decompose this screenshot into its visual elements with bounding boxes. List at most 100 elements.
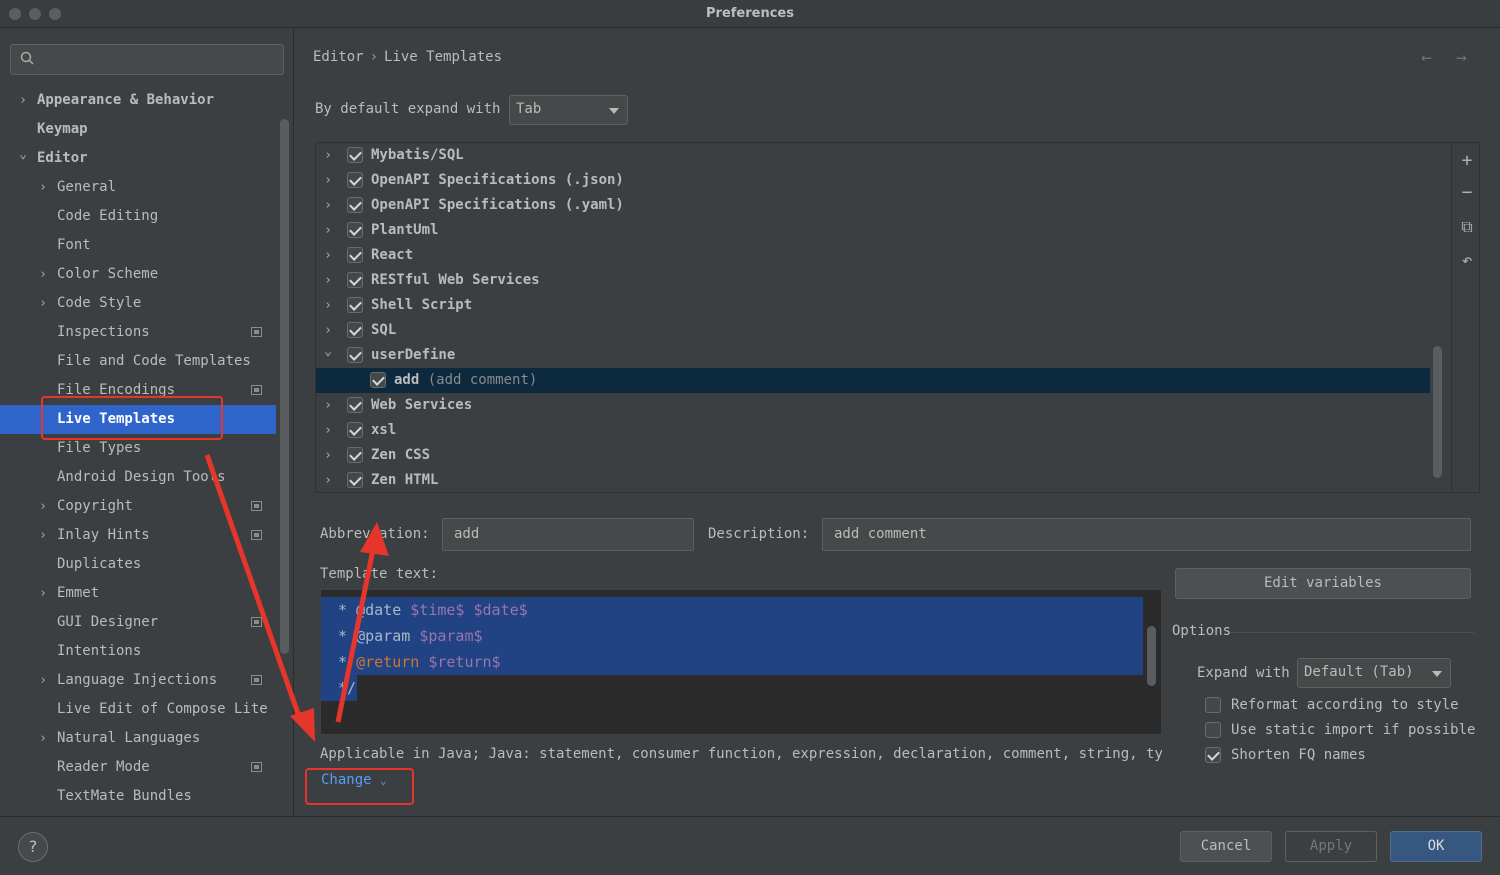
copy-icon[interactable]: ⧉ — [1457, 217, 1477, 237]
sidebar-item-appearance-behavior[interactable]: › Appearance & Behavior — [0, 86, 276, 115]
sidebar-item-file-code-templates[interactable]: File and Code Templates — [0, 347, 276, 376]
template-group-checkbox[interactable] — [347, 272, 363, 288]
chevron-right-icon[interactable]: › — [321, 143, 335, 168]
template-group-row[interactable]: › OpenAPI Specifications (.yaml) — [316, 193, 1430, 218]
chevron-right-icon[interactable]: › — [321, 243, 335, 268]
template-group-row[interactable]: › Zen CSS — [316, 443, 1430, 468]
chevron-right-icon[interactable]: › — [17, 86, 29, 115]
template-group-checkbox[interactable] — [347, 172, 363, 188]
template-group-row[interactable]: › Zen HTML — [316, 468, 1430, 493]
template-group-checkbox[interactable] — [347, 472, 363, 488]
chevron-right-icon[interactable]: › — [37, 724, 49, 753]
chevron-right-icon[interactable]: › — [37, 173, 49, 202]
template-group-row[interactable]: › OpenAPI Specifications (.json) — [316, 168, 1430, 193]
template-group-row[interactable]: › Mybatis/SQL — [316, 143, 1430, 168]
template-group-checkbox[interactable] — [347, 297, 363, 313]
template-list-scrollbar[interactable] — [1433, 346, 1442, 478]
template-group-checkbox[interactable] — [347, 322, 363, 338]
template-group-checkbox[interactable] — [347, 447, 363, 463]
chevron-right-icon[interactable]: › — [321, 443, 335, 468]
template-text-editor[interactable]: * @date $time$ $date$ * @param $param$ *… — [320, 589, 1162, 735]
chevron-right-icon[interactable]: › — [321, 418, 335, 443]
sidebar-item-label: General — [57, 179, 117, 195]
chevron-right-icon[interactable]: › — [37, 579, 49, 608]
add-icon[interactable]: + — [1457, 151, 1477, 171]
template-group-checkbox[interactable] — [347, 222, 363, 238]
expand-with-label: By default expand with — [315, 101, 501, 117]
template-group-checkbox[interactable] — [347, 347, 363, 363]
sidebar-item-natural-languages[interactable]: › Natural Languages — [0, 724, 276, 753]
chevron-right-icon[interactable]: › — [321, 468, 335, 493]
forward-arrow-icon[interactable]: → — [1456, 47, 1467, 68]
code-line-partial — [321, 589, 329, 590]
chevron-right-icon[interactable]: › — [321, 193, 335, 218]
chevron-right-icon[interactable]: › — [321, 393, 335, 418]
sidebar-item-editor[interactable]: ⌄ Editor — [0, 144, 276, 173]
template-row-selected[interactable]: add (add comment) — [316, 368, 1430, 393]
sidebar-item-inlay-hints[interactable]: › Inlay Hints — [0, 521, 276, 550]
sidebar-item-android-design-tools[interactable]: Android Design Tools — [0, 463, 276, 492]
sidebar-item-language-injections[interactable]: › Language Injections — [0, 666, 276, 695]
chevron-right-icon[interactable]: › — [37, 289, 49, 318]
breadcrumb-parent[interactable]: Editor — [313, 49, 364, 65]
shorten-fq-checkbox[interactable] — [1205, 747, 1221, 763]
sidebar-item-duplicates[interactable]: Duplicates — [0, 550, 276, 579]
ok-button[interactable]: OK — [1390, 831, 1482, 862]
template-checkbox[interactable] — [370, 372, 386, 388]
template-group-row[interactable]: › Shell Script — [316, 293, 1430, 318]
chevron-right-icon[interactable]: › — [37, 666, 49, 695]
template-group-name: OpenAPI Specifications (.json) — [371, 172, 624, 188]
sidebar-item-emmet[interactable]: › Emmet — [0, 579, 276, 608]
template-group-checkbox[interactable] — [347, 197, 363, 213]
template-group-row[interactable]: › PlantUml — [316, 218, 1430, 243]
static-import-checkbox[interactable] — [1205, 722, 1221, 738]
chevron-right-icon[interactable]: › — [37, 492, 49, 521]
sidebar-item-code-style[interactable]: › Code Style — [0, 289, 276, 318]
apply-button[interactable]: Apply — [1285, 831, 1377, 862]
sidebar-scrollbar[interactable] — [280, 119, 289, 654]
chevron-right-icon[interactable]: › — [321, 218, 335, 243]
help-icon[interactable]: ? — [18, 832, 48, 862]
settings-search-input[interactable] — [10, 44, 284, 75]
sidebar-item-gui-designer[interactable]: GUI Designer — [0, 608, 276, 637]
sidebar-item-textmate-bundles[interactable]: TextMate Bundles — [0, 782, 276, 811]
sidebar-item-copyright[interactable]: › Copyright — [0, 492, 276, 521]
template-group-row[interactable]: › SQL — [316, 318, 1430, 343]
edit-variables-button[interactable]: Edit variables — [1175, 568, 1471, 599]
chevron-down-icon[interactable]: ⌄ — [321, 339, 335, 364]
sidebar-item-font[interactable]: Font — [0, 231, 276, 260]
description-field[interactable]: add comment — [822, 518, 1471, 551]
abbreviation-field[interactable]: add — [442, 518, 694, 551]
template-group-row[interactable]: › RESTful Web Services — [316, 268, 1430, 293]
template-group-row[interactable]: › React — [316, 243, 1430, 268]
template-group-row[interactable]: ⌄ userDefine — [316, 343, 1430, 368]
sidebar-item-color-scheme[interactable]: › Color Scheme — [0, 260, 276, 289]
template-group-checkbox[interactable] — [347, 422, 363, 438]
template-group-row[interactable]: › xsl — [316, 418, 1430, 443]
restore-icon[interactable]: ↶ — [1457, 251, 1477, 271]
back-arrow-icon[interactable]: ← — [1421, 47, 1432, 68]
chevron-right-icon[interactable]: › — [37, 521, 49, 550]
template-group-checkbox[interactable] — [347, 147, 363, 163]
chevron-right-icon[interactable]: › — [321, 268, 335, 293]
sidebar-item-code-editing[interactable]: Code Editing — [0, 202, 276, 231]
sidebar-item-live-edit-compose[interactable]: Live Edit of Compose Lite — [0, 695, 276, 724]
template-group-checkbox[interactable] — [347, 397, 363, 413]
expand-with-dropdown[interactable]: Tab — [509, 95, 628, 125]
editor-scrollbar[interactable] — [1147, 626, 1156, 686]
options-expand-dropdown[interactable]: Default (Tab) — [1297, 658, 1451, 688]
chevron-right-icon[interactable]: › — [321, 293, 335, 318]
template-group-row[interactable]: › Web Services — [316, 393, 1430, 418]
sidebar-item-inspections[interactable]: Inspections — [0, 318, 276, 347]
sidebar-item-intentions[interactable]: Intentions — [0, 637, 276, 666]
reformat-checkbox[interactable] — [1205, 697, 1221, 713]
chevron-down-icon[interactable]: ⌄ — [17, 140, 29, 169]
cancel-button[interactable]: Cancel — [1180, 831, 1272, 862]
template-group-checkbox[interactable] — [347, 247, 363, 263]
sidebar-item-keymap[interactable]: Keymap — [0, 115, 276, 144]
chevron-right-icon[interactable]: › — [37, 260, 49, 289]
sidebar-item-reader-mode[interactable]: Reader Mode — [0, 753, 276, 782]
sidebar-item-general[interactable]: › General — [0, 173, 276, 202]
chevron-right-icon[interactable]: › — [321, 168, 335, 193]
remove-icon[interactable]: − — [1457, 183, 1477, 203]
